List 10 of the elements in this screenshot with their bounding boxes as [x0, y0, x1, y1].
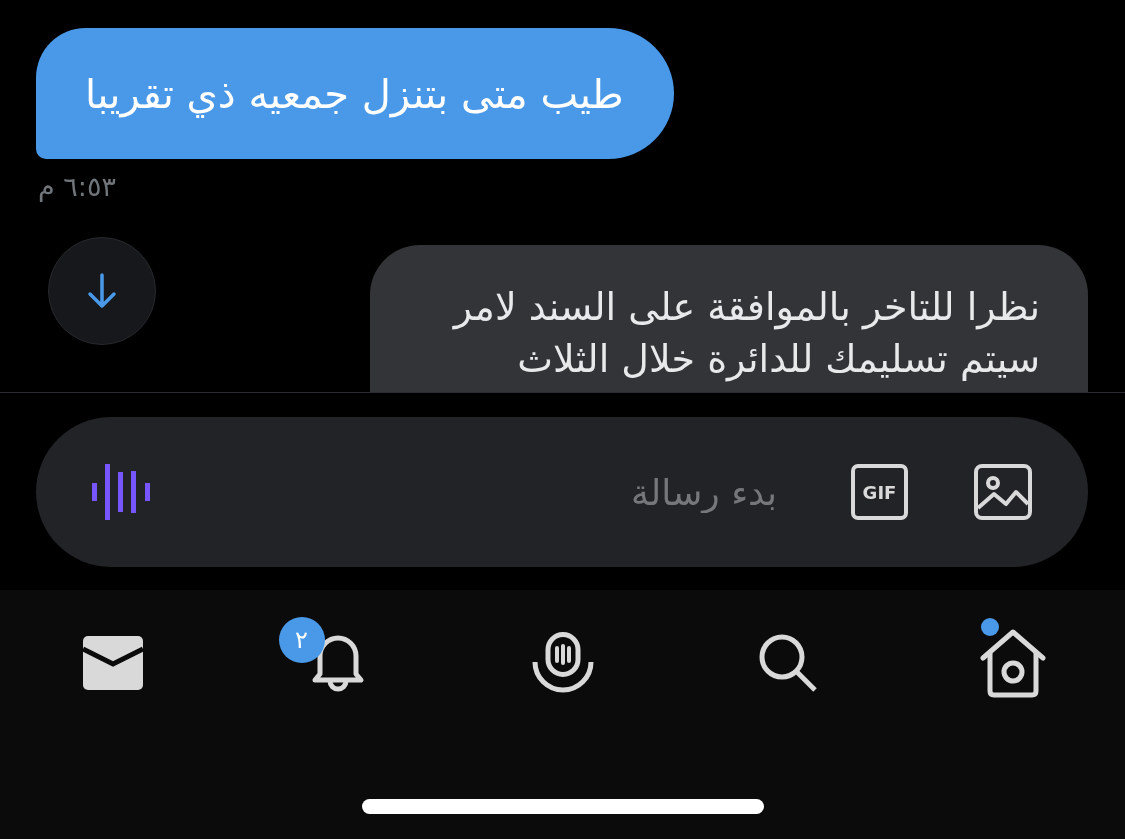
- gif-button[interactable]: GIF: [851, 464, 908, 520]
- waveform-icon: [92, 464, 150, 520]
- arrow-down-icon: [87, 273, 117, 309]
- message-time: ٦:٥٣ م: [37, 170, 116, 204]
- image-icon: [974, 464, 1032, 520]
- image-button[interactable]: [974, 464, 1032, 520]
- voice-message-button[interactable]: [92, 464, 150, 520]
- received-message-bubble: نظرا للتاخر بالموافقة على السند لامر سيتم تسليمك للدائرة خلال الثلاث: [370, 245, 1088, 392]
- notification-count-badge: ٢: [278, 617, 325, 663]
- sent-message-bubble: طيب متى بتنزل جمعيه ذي تقريبا: [36, 28, 674, 159]
